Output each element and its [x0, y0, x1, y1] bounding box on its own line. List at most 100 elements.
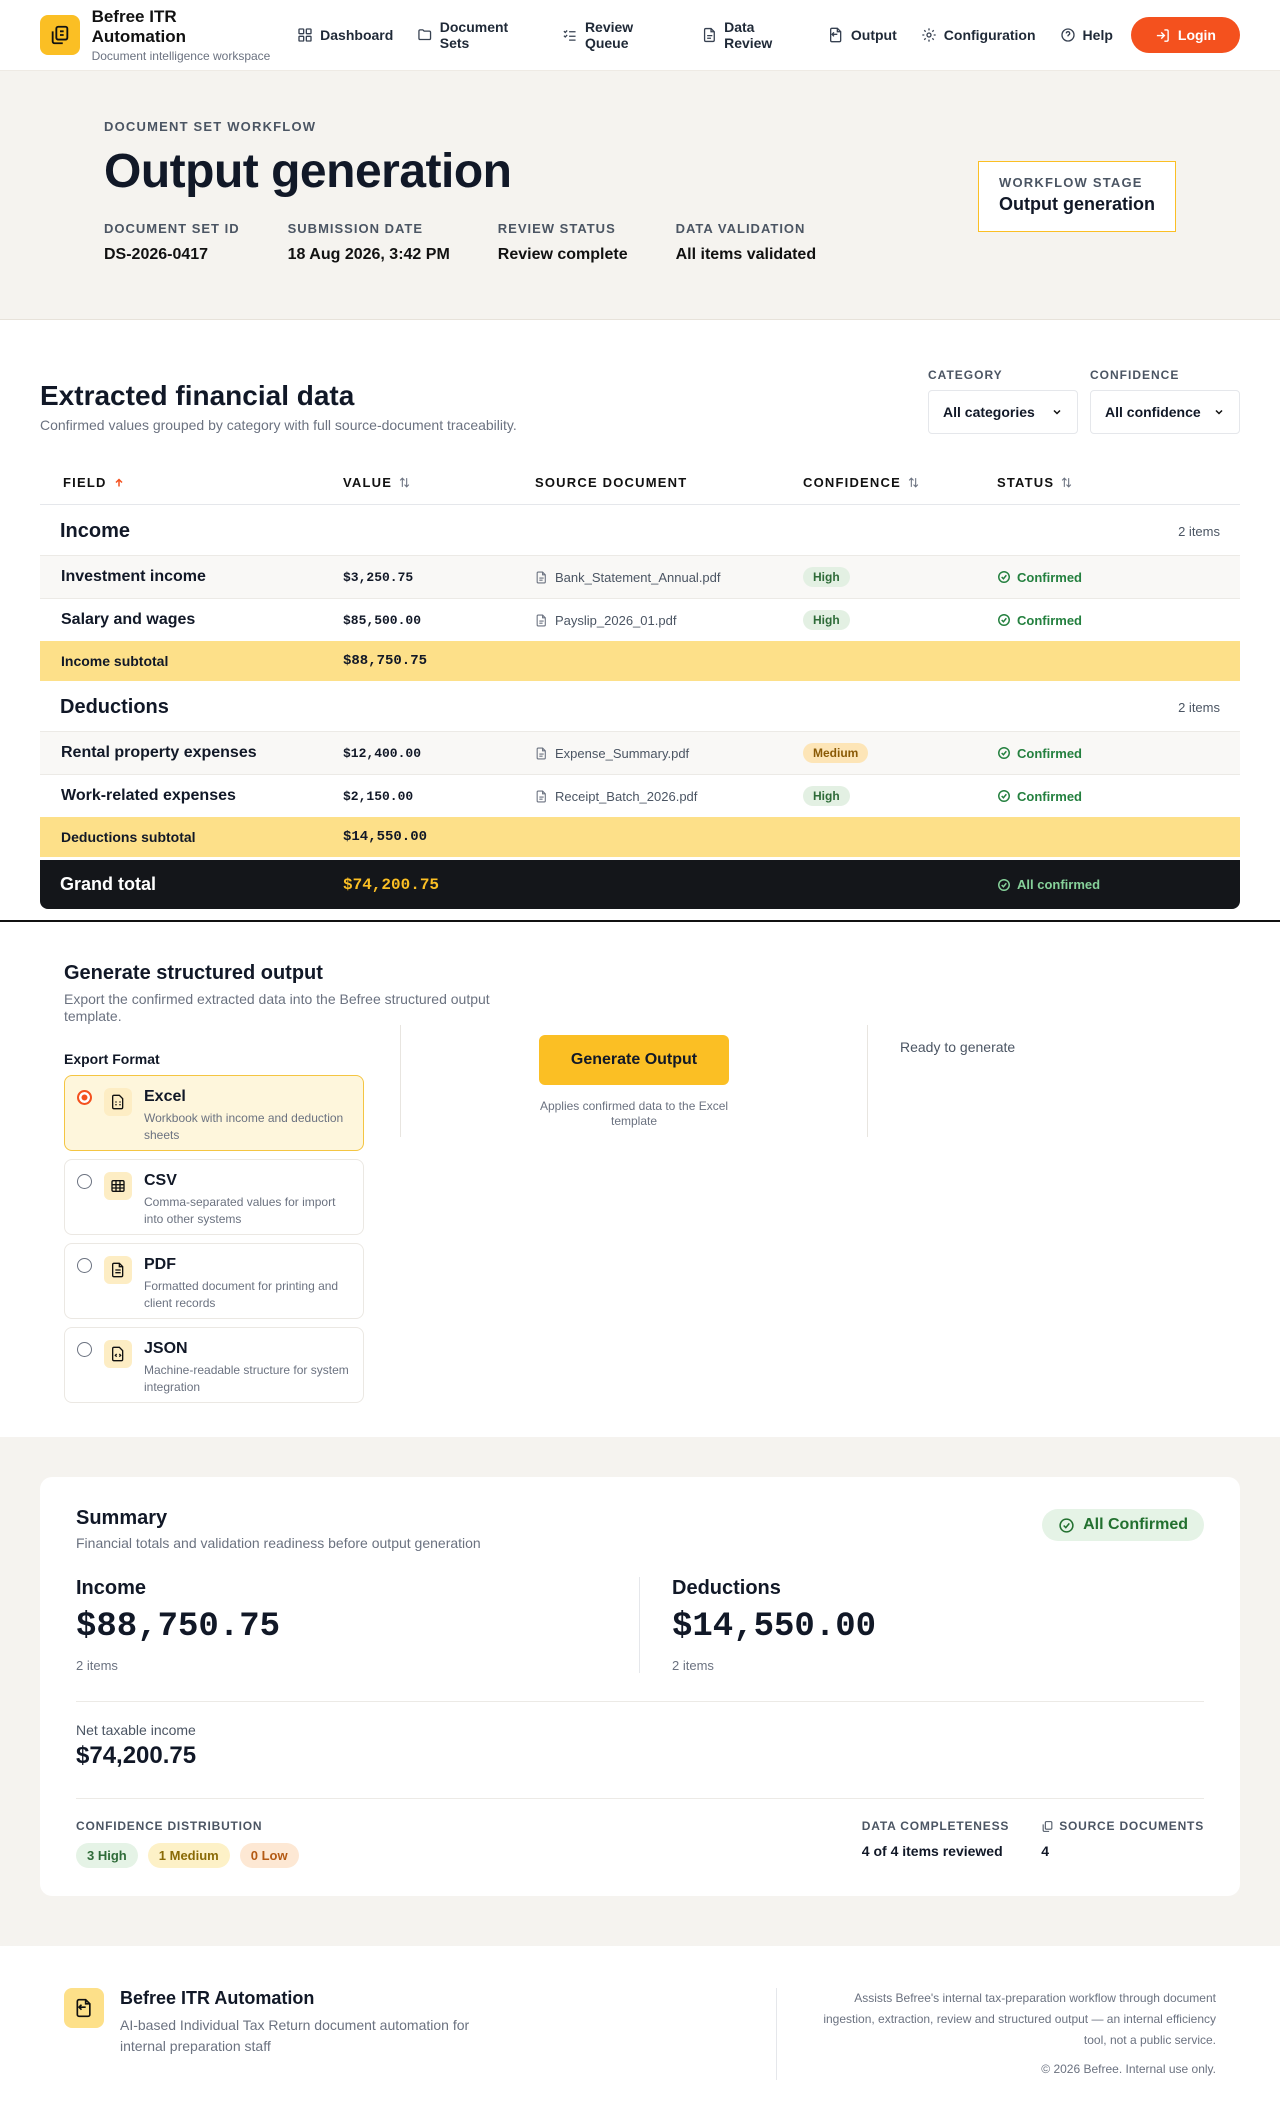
- status-cell: Confirmed: [997, 613, 1240, 628]
- file-icon: [536, 571, 546, 583]
- file-icon: [536, 614, 546, 626]
- pill-label: High: [97, 1848, 127, 1863]
- deductions-subtotal-row: Deductions subtotal $14,550.00: [40, 817, 1240, 857]
- app-logo[interactable]: [40, 15, 80, 55]
- generate-output-button[interactable]: Generate Output: [539, 1035, 729, 1085]
- nav-item-data-review[interactable]: Data Review: [702, 19, 804, 51]
- metric-value: 4: [1041, 1843, 1049, 1859]
- medium-confidence-pill: 1 Medium: [147, 1843, 230, 1868]
- file-icon: [536, 747, 546, 759]
- nav-label: Help: [1082, 27, 1113, 43]
- nav-item-help[interactable]: Help: [1060, 27, 1113, 43]
- meta-value: Review complete: [497, 246, 628, 263]
- generate-action-panel: Generate Output Applies confirmed data t…: [400, 1025, 868, 1137]
- summary-title: Summary: [76, 1507, 168, 1529]
- meta-value: DS-2026-0417: [104, 246, 209, 263]
- subtotal-label: Income subtotal: [61, 653, 169, 669]
- footer-about: Assists Befree's internal tax-preparatio…: [776, 1988, 1216, 2080]
- column-label: FIELD: [63, 475, 107, 490]
- nav-label: Review Queue: [584, 19, 634, 51]
- check-circle-icon: [998, 747, 1010, 759]
- radio-button[interactable]: [77, 1342, 92, 1357]
- summary-totals: Income $88,750.75 2 items Deductions $14…: [76, 1577, 1204, 1702]
- export-format-panel: Generate structured output Export the co…: [64, 962, 490, 1403]
- pill-count: 1: [158, 1848, 166, 1863]
- status-label: Confirmed: [1017, 612, 1082, 628]
- meta-label: DOCUMENT SET ID: [104, 221, 240, 236]
- category-filter: CATEGORY All categories: [928, 368, 1078, 434]
- source-document[interactable]: Bank_Statement_Annual.pdf: [535, 570, 803, 585]
- workflow-stage-card: WORKFLOW STAGE Output generation: [978, 161, 1176, 232]
- table-row[interactable]: Salary and wages $85,500.00 Payslip_2026…: [40, 598, 1240, 641]
- select-value: All categories: [943, 404, 1035, 420]
- format-option-pdf[interactable]: PDF Formatted document for printing and …: [64, 1243, 364, 1319]
- source-document[interactable]: Receipt_Batch_2026.pdf: [535, 789, 803, 804]
- column-source: SOURCE DOCUMENT: [535, 475, 803, 490]
- confidence-filter: CONFIDENCE All confidence: [1090, 368, 1240, 434]
- confidence-select[interactable]: All confidence: [1090, 390, 1240, 434]
- nav-item-dashboard[interactable]: Dashboard: [297, 27, 393, 43]
- login-label: Login: [1177, 27, 1216, 43]
- filters: CATEGORY All categories CONFIDENCE All c…: [928, 368, 1240, 434]
- column-value[interactable]: VALUE: [343, 475, 535, 490]
- pdf-icon: [104, 1256, 132, 1284]
- column-confidence[interactable]: CONFIDENCE: [803, 475, 997, 490]
- group-count: 2 items: [1178, 523, 1220, 539]
- column-field[interactable]: FIELD: [40, 475, 343, 490]
- footer-about-text: Assists Befree's internal tax-preparatio…: [823, 1991, 1216, 2047]
- filter-label: CATEGORY: [928, 368, 1003, 382]
- total-count: 2 items: [672, 1658, 714, 1673]
- field-value: $2,150.00: [343, 788, 414, 804]
- status-label: Confirmed: [1017, 788, 1082, 804]
- source-document[interactable]: Expense_Summary.pdf: [535, 746, 803, 761]
- format-description: Machine-readable structure for system in…: [144, 1363, 349, 1394]
- nav-item-configuration[interactable]: Configuration: [921, 27, 1036, 43]
- grid-icon: [298, 28, 312, 42]
- login-button[interactable]: Login: [1130, 17, 1240, 53]
- filter-label: CONFIDENCE: [1090, 368, 1180, 382]
- column-label: STATUS: [997, 475, 1055, 490]
- page-eyebrow: DOCUMENT SET WORKFLOW: [104, 119, 317, 134]
- table-header: FIELD VALUE SOURCE DOCUMENT CONFIDENCE S…: [40, 461, 1240, 505]
- meta-label: SUBMISSION DATE: [287, 221, 424, 236]
- nav-item-output[interactable]: Output: [828, 27, 897, 43]
- radio-button[interactable]: [77, 1090, 92, 1105]
- table-row[interactable]: Rental property expenses $12,400.00 Expe…: [40, 731, 1240, 774]
- source-filename: Receipt_Batch_2026.pdf: [555, 788, 698, 804]
- file-export-icon: [76, 1998, 91, 2018]
- nav-item-document-sets[interactable]: Document Sets: [417, 19, 538, 51]
- radio-button[interactable]: [77, 1174, 92, 1189]
- copyright: © 2026 Befree. Internal use only.: [1041, 2062, 1216, 2076]
- source-documents: SOURCE DOCUMENTS 4: [1041, 1819, 1204, 1868]
- income-subtotal-row: Income subtotal $88,750.75: [40, 641, 1240, 681]
- category-select[interactable]: All categories: [928, 390, 1078, 434]
- status-cell: Confirmed: [997, 789, 1240, 804]
- table-row[interactable]: Investment income $3,250.75 Bank_Stateme…: [40, 555, 1240, 598]
- format-option-excel[interactable]: Excel Workbook with income and deduction…: [64, 1075, 364, 1151]
- nav-item-review-queue[interactable]: Review Queue: [562, 19, 677, 51]
- group-header-deductions: Deductions 2 items: [40, 683, 1240, 731]
- total-count: 2 items: [76, 1658, 118, 1673]
- column-status[interactable]: STATUS: [997, 475, 1240, 490]
- stage-value: Output generation: [999, 194, 1155, 214]
- stage-label: WORKFLOW STAGE: [999, 175, 1143, 190]
- check-circle-icon: [998, 614, 1010, 626]
- table-row[interactable]: Work-related expenses $2,150.00 Receipt_…: [40, 774, 1240, 817]
- source-document[interactable]: Payslip_2026_01.pdf: [535, 613, 803, 628]
- grand-total-label: Grand total: [60, 874, 157, 894]
- format-option-csv[interactable]: CSV Comma-separated values for import in…: [64, 1159, 364, 1235]
- format-option-json[interactable]: JSON Machine-readable structure for syst…: [64, 1327, 364, 1403]
- extracted-data-table: FIELD VALUE SOURCE DOCUMENT CONFIDENCE S…: [40, 461, 1240, 909]
- status-label: Confirmed: [1017, 569, 1082, 585]
- subtotal-value: $88,750.75: [343, 653, 428, 669]
- confidence-badge: High: [803, 610, 850, 630]
- status-cell: Confirmed: [997, 570, 1240, 585]
- radio-button[interactable]: [77, 1258, 92, 1273]
- select-value: All confidence: [1105, 404, 1201, 420]
- checklist-icon: [563, 30, 577, 41]
- source-filename: Payslip_2026_01.pdf: [555, 612, 677, 628]
- extracted-data-section: Extracted financial data Confirmed value…: [0, 320, 1280, 922]
- meta-review-status: REVIEW STATUS Review complete: [498, 221, 628, 264]
- field-value: $12,400.00: [343, 745, 422, 761]
- data-completeness: DATA COMPLETENESS 4 of 4 items reviewed: [862, 1819, 1009, 1868]
